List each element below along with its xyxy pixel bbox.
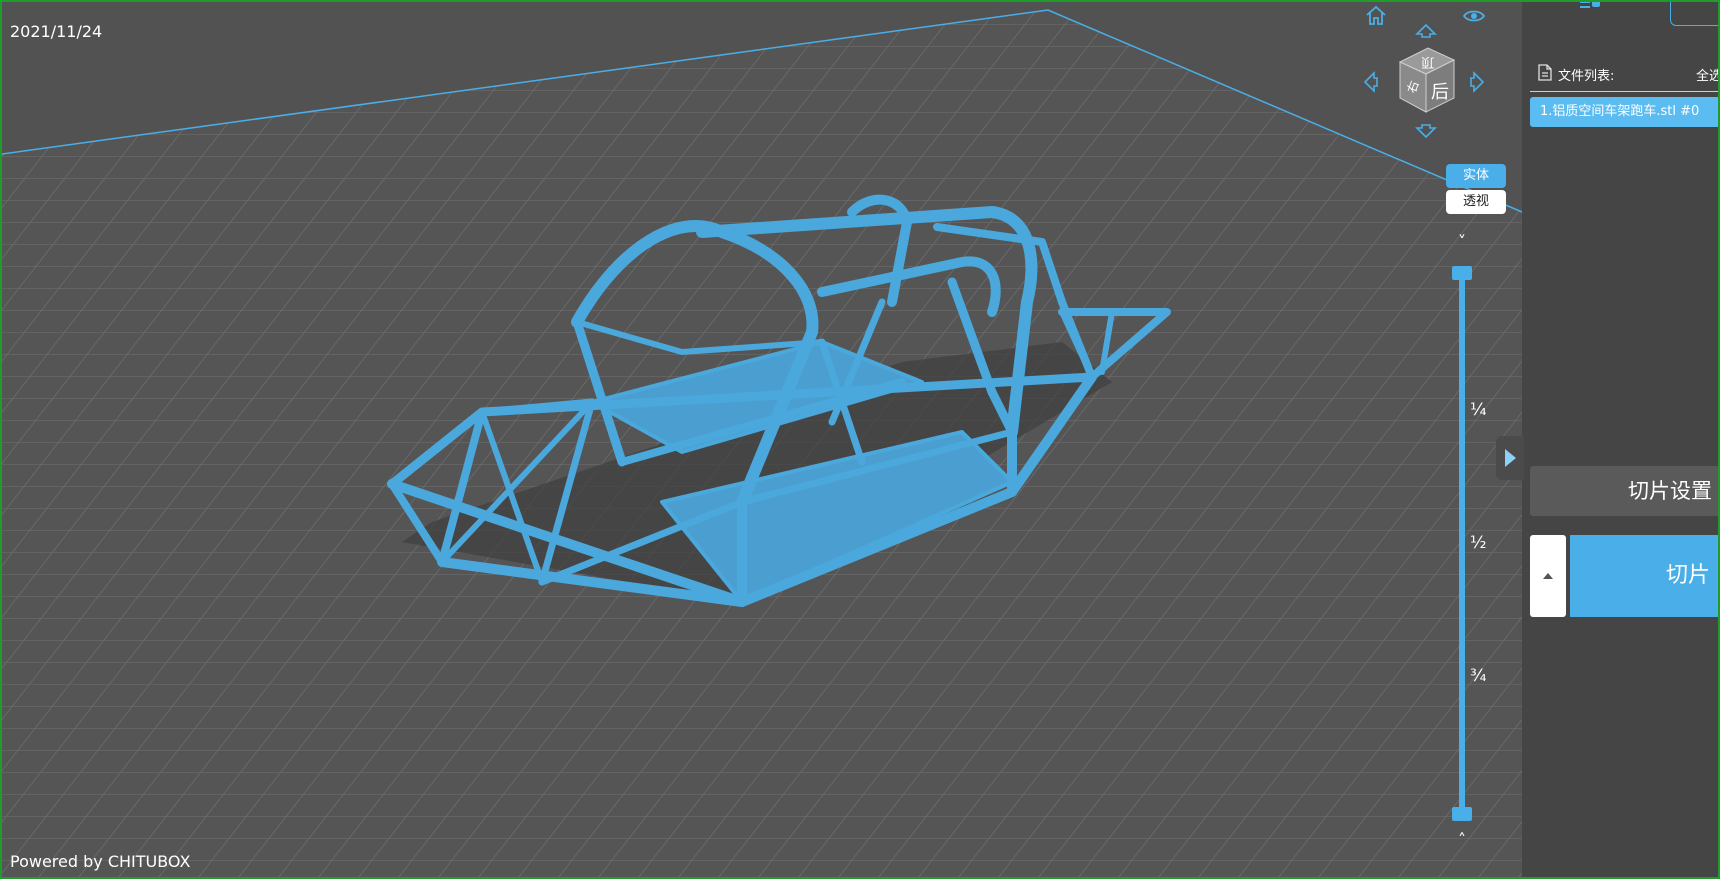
select-all-button[interactable]: 全选: [1696, 65, 1718, 84]
arrow-left-icon[interactable]: [1362, 70, 1380, 94]
chevron-down-icon[interactable]: ˅: [1452, 232, 1472, 251]
home-icon[interactable]: [1364, 4, 1388, 26]
cube-face-front: 后: [1431, 82, 1449, 103]
caret-up-icon: [1543, 573, 1553, 579]
layer-slider-top-thumb[interactable]: [1452, 266, 1472, 280]
layer-slider-track[interactable]: [1459, 266, 1465, 816]
3d-viewport[interactable]: 2021/11/24 Powered by CHITUBOX 顶 右 后 实体 …: [2, 2, 1522, 879]
arrow-down-icon[interactable]: [1414, 124, 1438, 140]
chevron-up-icon[interactable]: ˄: [1452, 830, 1472, 849]
arrow-up-icon[interactable]: [1414, 22, 1438, 38]
scene-canvas[interactable]: [2, 2, 1522, 879]
slider-mark-half: ½: [1470, 533, 1487, 553]
right-panel: 文件列表: 全选 1.铝质空间车架跑车.stl #0 切片设置 切片: [1496, 2, 1718, 877]
file-list-item[interactable]: 1.铝质空间车架跑车.stl #0: [1530, 97, 1718, 127]
slice-settings-button[interactable]: 切片设置: [1530, 466, 1718, 516]
render-mode-transparent-button[interactable]: 透视: [1446, 190, 1506, 214]
slice-options-toggle[interactable]: [1530, 535, 1566, 617]
document-icon: [1538, 64, 1552, 85]
slider-mark-quarter: ¼: [1470, 400, 1487, 420]
powered-by-label: Powered by CHITUBOX: [10, 852, 191, 871]
arrow-right-icon[interactable]: [1468, 70, 1486, 94]
view-cube[interactable]: 顶 右 后: [1392, 44, 1458, 118]
caret-right-icon: [1505, 449, 1516, 467]
eye-icon[interactable]: [1462, 8, 1486, 24]
layer-slider-bottom-thumb[interactable]: [1452, 807, 1472, 821]
file-list-header: 文件列表: 全选: [1530, 58, 1718, 92]
panel-tab-box[interactable]: [1670, 2, 1718, 26]
render-mode-solid-button[interactable]: 实体: [1446, 164, 1506, 188]
panel-collapse-toggle[interactable]: [1496, 436, 1524, 480]
cube-face-top: 顶: [1421, 54, 1434, 69]
app-window: 2021/11/24 Powered by CHITUBOX 顶 右 后 实体 …: [0, 0, 1720, 879]
menu-icon[interactable]: [1578, 2, 1602, 17]
file-list-label: 文件列表:: [1558, 69, 1615, 84]
slider-mark-three-quarter: ¾: [1470, 666, 1487, 686]
slice-button[interactable]: 切片: [1570, 535, 1718, 617]
date-label: 2021/11/24: [10, 22, 103, 41]
